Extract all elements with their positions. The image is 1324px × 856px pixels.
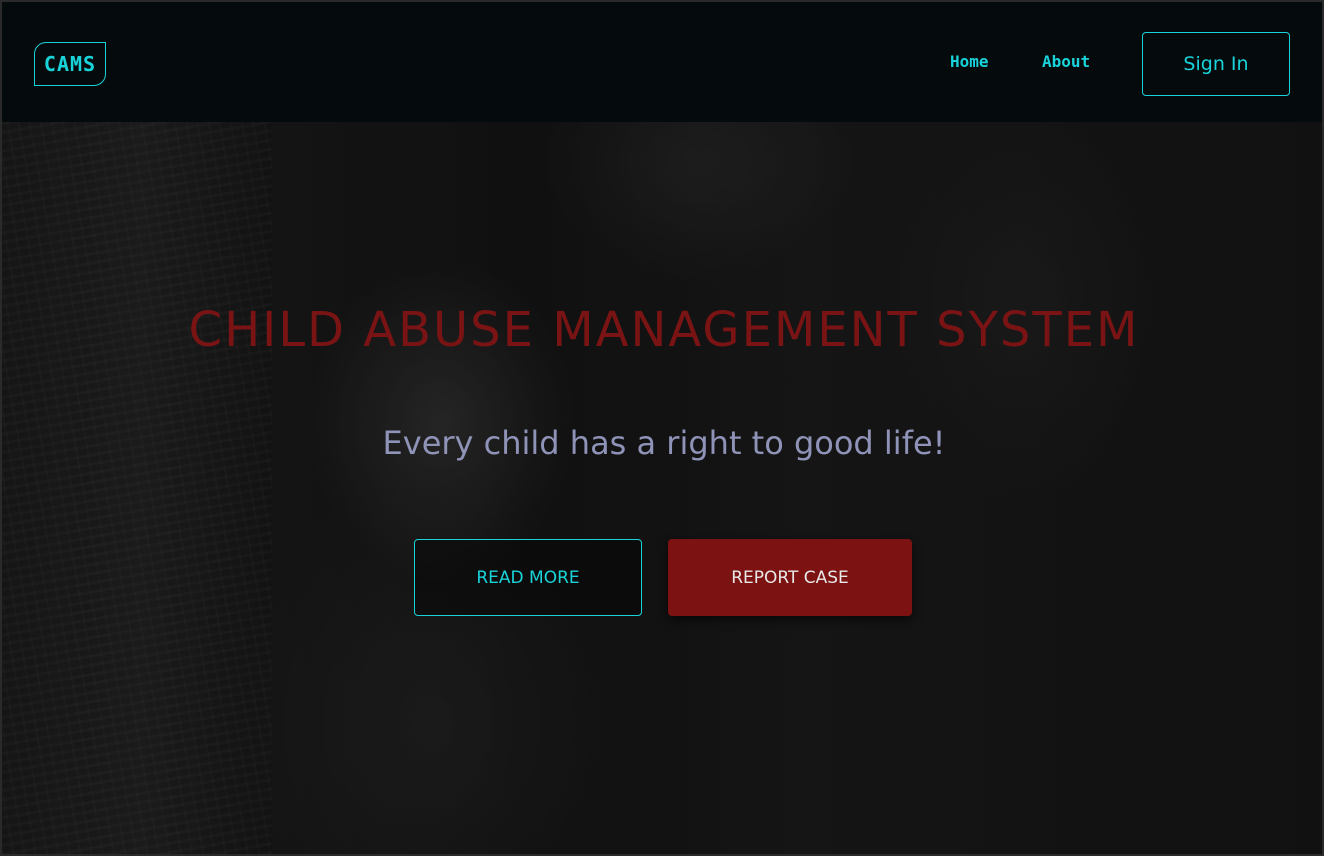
page: CAMS Home About Sign In CHILD ABUSE MANA… [0, 0, 1324, 856]
navbar: CAMS Home About Sign In [2, 2, 1322, 122]
report-case-button[interactable]: REPORT CASE [668, 539, 912, 616]
sign-in-button[interactable]: Sign In [1142, 32, 1290, 96]
hero-subtitle: Every child has a right to good life! [382, 424, 946, 462]
hero-title: CHILD ABUSE MANAGEMENT SYSTEM [188, 302, 1140, 358]
nav-link-about[interactable]: About [1042, 52, 1090, 71]
read-more-button[interactable]: READ MORE [414, 539, 642, 616]
nav-link-home[interactable]: Home [950, 52, 989, 71]
logo[interactable]: CAMS [34, 42, 106, 86]
